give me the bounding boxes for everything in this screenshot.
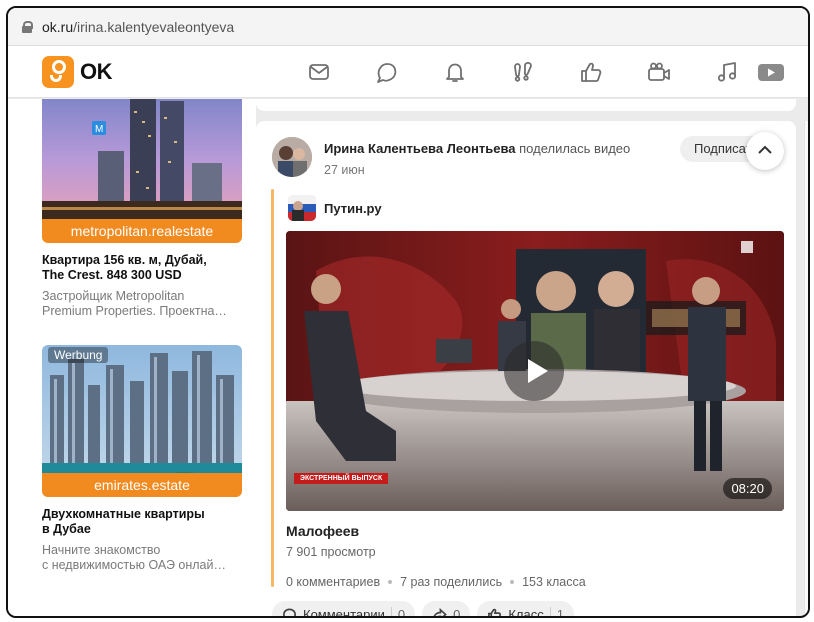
feed: Ирина Калентьева Леонтьева поделилась ви… bbox=[256, 99, 808, 618]
like-icon[interactable] bbox=[578, 59, 604, 85]
browser-window: ok.ru/irina.kalentyevaleontyeva OK M met… bbox=[6, 6, 810, 618]
play-icon[interactable] bbox=[504, 341, 564, 401]
url-path: /irina.kalentyevaleontyeva bbox=[73, 18, 235, 35]
ad-description: Застройщик Metropolitan bbox=[42, 289, 185, 303]
source-name[interactable]: Путин.ру bbox=[324, 201, 382, 216]
thumbs-up-icon bbox=[488, 608, 502, 616]
ad-description: с недвижимостью ОАЭ онлай… bbox=[42, 558, 226, 572]
like-button[interactable]: Класс 1 bbox=[477, 601, 574, 618]
ad-title-line: Двухкомнатные квартиры bbox=[42, 507, 205, 521]
address-bar[interactable]: ok.ru/irina.kalentyevaleontyeva bbox=[8, 8, 808, 46]
video-player[interactable]: ЭКСТРЕННЫЙ ВЫПУСК 08:20 bbox=[286, 231, 784, 511]
post-actions: Комментарии 0 0 Класс 1 bbox=[272, 601, 581, 618]
divider bbox=[549, 607, 551, 616]
music-icon[interactable] bbox=[714, 59, 740, 85]
avatar[interactable] bbox=[272, 137, 312, 177]
mail-icon[interactable] bbox=[306, 59, 332, 85]
logo-text: OK bbox=[80, 59, 113, 84]
ad-description: Начните знакомство bbox=[42, 543, 161, 557]
right-panel-edge bbox=[804, 121, 808, 616]
ad-card[interactable]: M metropolitan.realestate Квартира 156 к… bbox=[42, 99, 242, 319]
separator-dot bbox=[510, 580, 515, 584]
video-views: 7 901 просмотр bbox=[286, 545, 376, 559]
ok-logo-icon bbox=[42, 56, 74, 88]
shares-count[interactable]: 7 раз поделились bbox=[400, 575, 502, 589]
video-title[interactable]: Малофеев bbox=[286, 523, 359, 539]
share-button[interactable]: 0 bbox=[422, 601, 471, 618]
svg-text:M: M bbox=[95, 124, 103, 135]
post-date[interactable]: 27 июн bbox=[324, 163, 365, 177]
chevron-up-icon bbox=[758, 145, 772, 154]
post-stats: 0 комментариев 7 раз поделились 153 клас… bbox=[286, 575, 586, 589]
ad-brand: emirates.estate bbox=[42, 473, 242, 497]
separator-dot bbox=[388, 580, 393, 584]
post-author[interactable]: Ирина Калентьева Леонтьева bbox=[324, 141, 516, 156]
video-camera-icon[interactable] bbox=[646, 59, 672, 85]
likes-count[interactable]: 153 класса bbox=[522, 575, 586, 589]
repost-bar bbox=[271, 189, 274, 587]
ad-description: Premium Properties. Проектна… bbox=[42, 304, 227, 318]
lock-icon bbox=[22, 20, 33, 33]
ad-title-line: в Дубае bbox=[42, 522, 91, 536]
top-navigation: OK bbox=[8, 46, 808, 98]
ad-title-line: Квартира 156 кв. м, Дубай, bbox=[42, 253, 207, 267]
ad-badge: Werbung bbox=[48, 347, 109, 363]
ad-card[interactable]: Werbung emirates.estate Двухкомнатные кв… bbox=[42, 345, 242, 573]
ad-image: M bbox=[42, 99, 242, 219]
chat-icon[interactable] bbox=[374, 59, 400, 85]
previous-post-card bbox=[256, 99, 796, 111]
ok-logo[interactable]: OK bbox=[42, 56, 113, 88]
ads-column: M metropolitan.realestate Квартира 156 к… bbox=[8, 99, 256, 616]
video-icon[interactable] bbox=[756, 59, 786, 85]
comments-count[interactable]: 0 комментариев bbox=[286, 575, 380, 589]
bell-icon[interactable] bbox=[442, 59, 468, 85]
share-button-count: 0 bbox=[453, 606, 461, 618]
scroll-up-button[interactable] bbox=[746, 132, 784, 170]
ad-image: Werbung bbox=[42, 345, 242, 473]
post-author-line: Ирина Калентьева Леонтьева поделилась ви… bbox=[324, 141, 630, 156]
breaking-news-badge: ЭКСТРЕННЫЙ ВЫПУСК bbox=[294, 473, 389, 484]
share-icon bbox=[433, 607, 447, 616]
ad-title-line: The Crest. 848 300 USD bbox=[42, 268, 182, 282]
like-button-label: Класс bbox=[508, 606, 544, 618]
post-action: поделилась видео bbox=[519, 141, 631, 156]
comment-icon bbox=[283, 607, 296, 616]
guests-icon[interactable] bbox=[510, 59, 536, 85]
comments-button-count: 0 bbox=[397, 606, 406, 618]
like-button-count: 1 bbox=[556, 606, 564, 618]
url-host: ok.ru bbox=[42, 18, 74, 35]
comments-button-label: Комментарии bbox=[303, 606, 385, 618]
video-duration: 08:20 bbox=[723, 478, 772, 499]
source-avatar[interactable] bbox=[288, 195, 316, 221]
comments-button[interactable]: Комментарии 0 bbox=[272, 601, 416, 618]
post-card: Ирина Калентьева Леонтьева поделилась ви… bbox=[256, 121, 796, 618]
ad-brand: metropolitan.realestate bbox=[42, 219, 242, 243]
divider bbox=[390, 607, 392, 616]
